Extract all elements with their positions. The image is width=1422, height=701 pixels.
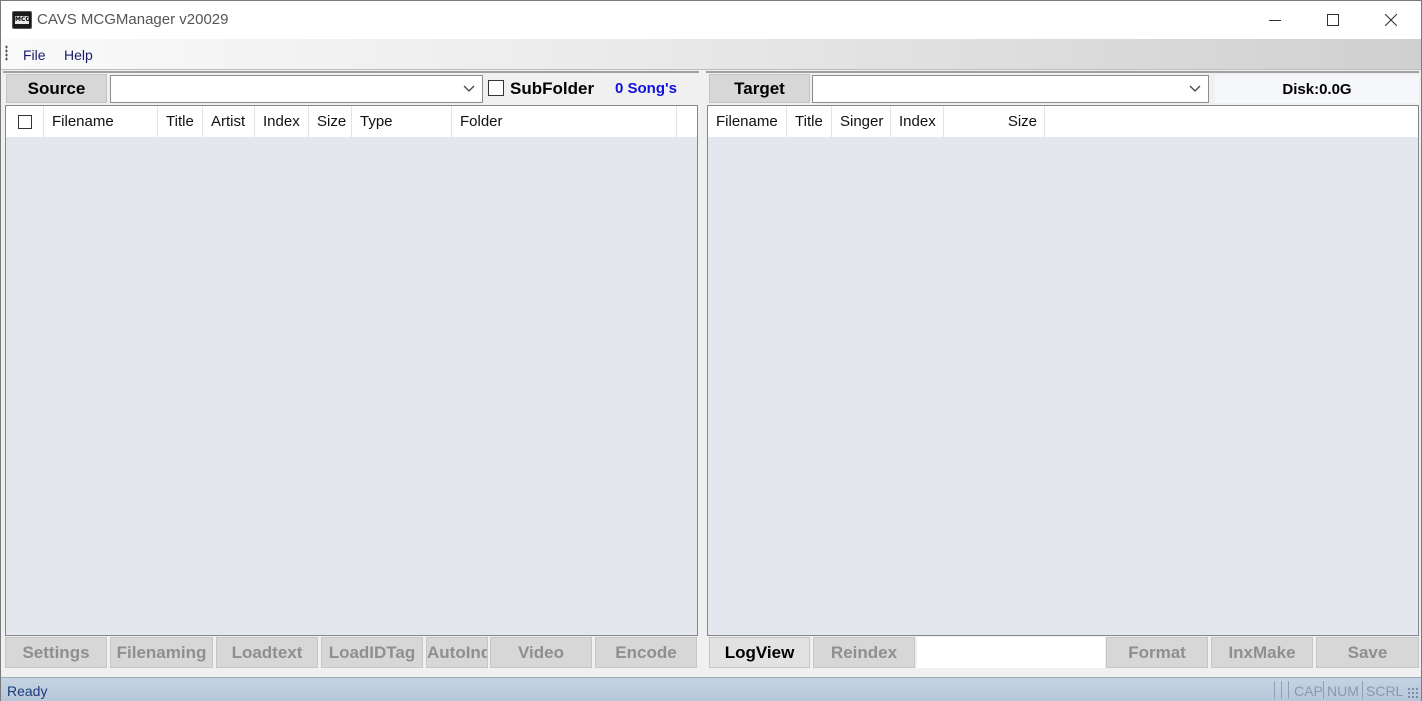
filenaming-button[interactable]: Filenaming — [110, 637, 213, 668]
title-bar: MCG CAVS MCGManager v20029 — [1, 1, 1421, 39]
column-filename[interactable]: Filename — [708, 106, 787, 137]
subfolder-checkbox[interactable] — [488, 80, 504, 96]
source-button[interactable]: Source — [6, 74, 107, 103]
column-size[interactable]: Size — [944, 106, 1045, 137]
source-file-list[interactable]: Filename Title Artist Index Size Type Fo… — [5, 105, 698, 636]
menu-bar: File Help — [1, 39, 1421, 70]
target-button[interactable]: Target — [709, 74, 810, 103]
caps-lock-indicator: CAP — [1294, 683, 1323, 699]
chevron-down-icon[interactable] — [462, 81, 476, 95]
maximize-button[interactable] — [1304, 1, 1362, 39]
column-index[interactable]: Index — [891, 106, 944, 137]
menu-grip-icon[interactable] — [5, 45, 8, 61]
column-size[interactable]: Size — [309, 106, 352, 137]
source-panel-border — [3, 71, 699, 73]
column-index[interactable]: Index — [255, 106, 309, 137]
subfolder-label[interactable]: SubFolder — [510, 79, 594, 99]
save-button[interactable]: Save — [1316, 637, 1419, 668]
close-icon — [1385, 14, 1397, 26]
minimize-icon — [1269, 20, 1281, 21]
status-bar: Ready CAP NUM SCRL — [1, 677, 1421, 701]
column-singer[interactable]: Singer — [832, 106, 891, 137]
app-logo-text: MCG — [15, 16, 31, 24]
target-toolbar-spacer — [917, 637, 1105, 668]
settings-button[interactable]: Settings — [5, 637, 107, 668]
column-filename[interactable]: Filename — [44, 106, 158, 137]
song-count-label: 0 Song's — [615, 80, 677, 97]
source-path-combo[interactable] — [110, 75, 483, 103]
minimize-button[interactable] — [1246, 1, 1304, 39]
app-logo-icon: MCG — [12, 11, 32, 29]
inxmake-button[interactable]: InxMake — [1211, 637, 1313, 668]
target-path-combo[interactable] — [812, 75, 1209, 103]
app-window: MCG CAVS MCGManager v20029 File Help Sou… — [0, 0, 1422, 701]
status-separator — [1274, 681, 1275, 699]
select-all-checkbox[interactable] — [18, 115, 32, 129]
reindex-button[interactable]: Reindex — [813, 637, 915, 668]
status-separator — [1288, 681, 1289, 699]
scroll-lock-indicator: SCRL — [1366, 683, 1404, 699]
column-title[interactable]: Title — [787, 106, 832, 137]
target-file-list[interactable]: Filename Title Singer Index Size — [707, 105, 1419, 636]
disk-space-label: Disk:0.0G — [1215, 75, 1419, 103]
menu-file[interactable]: File — [23, 47, 46, 63]
window-title: CAVS MCGManager v20029 — [37, 11, 229, 28]
format-button[interactable]: Format — [1106, 637, 1208, 668]
status-separator — [1362, 681, 1363, 699]
status-separator — [1323, 681, 1324, 699]
resize-grip-icon[interactable] — [1407, 687, 1419, 699]
logview-button[interactable]: LogView — [709, 637, 810, 668]
column-artist[interactable]: Artist — [203, 106, 255, 137]
maximize-icon — [1327, 14, 1339, 26]
chevron-down-icon[interactable] — [1188, 81, 1202, 95]
loadtext-button[interactable]: Loadtext — [216, 637, 318, 668]
target-list-header: Filename Title Singer Index Size — [708, 106, 1418, 137]
menu-help[interactable]: Help — [64, 47, 93, 63]
column-title[interactable]: Title — [158, 106, 203, 137]
status-text: Ready — [7, 683, 48, 699]
status-separator — [1281, 681, 1282, 699]
source-list-header: Filename Title Artist Index Size Type Fo… — [6, 106, 697, 137]
close-button[interactable] — [1362, 1, 1420, 39]
target-panel-border — [706, 71, 1419, 73]
column-folder[interactable]: Folder — [452, 106, 677, 137]
select-all-column[interactable] — [6, 106, 44, 137]
autoindex-button[interactable]: AutoIndex — [426, 637, 488, 668]
video-button[interactable]: Video — [490, 637, 592, 668]
encode-button[interactable]: Encode — [595, 637, 697, 668]
loadidtag-button[interactable]: LoadIDTag — [321, 637, 423, 668]
num-lock-indicator: NUM — [1327, 683, 1359, 699]
column-type[interactable]: Type — [352, 106, 452, 137]
